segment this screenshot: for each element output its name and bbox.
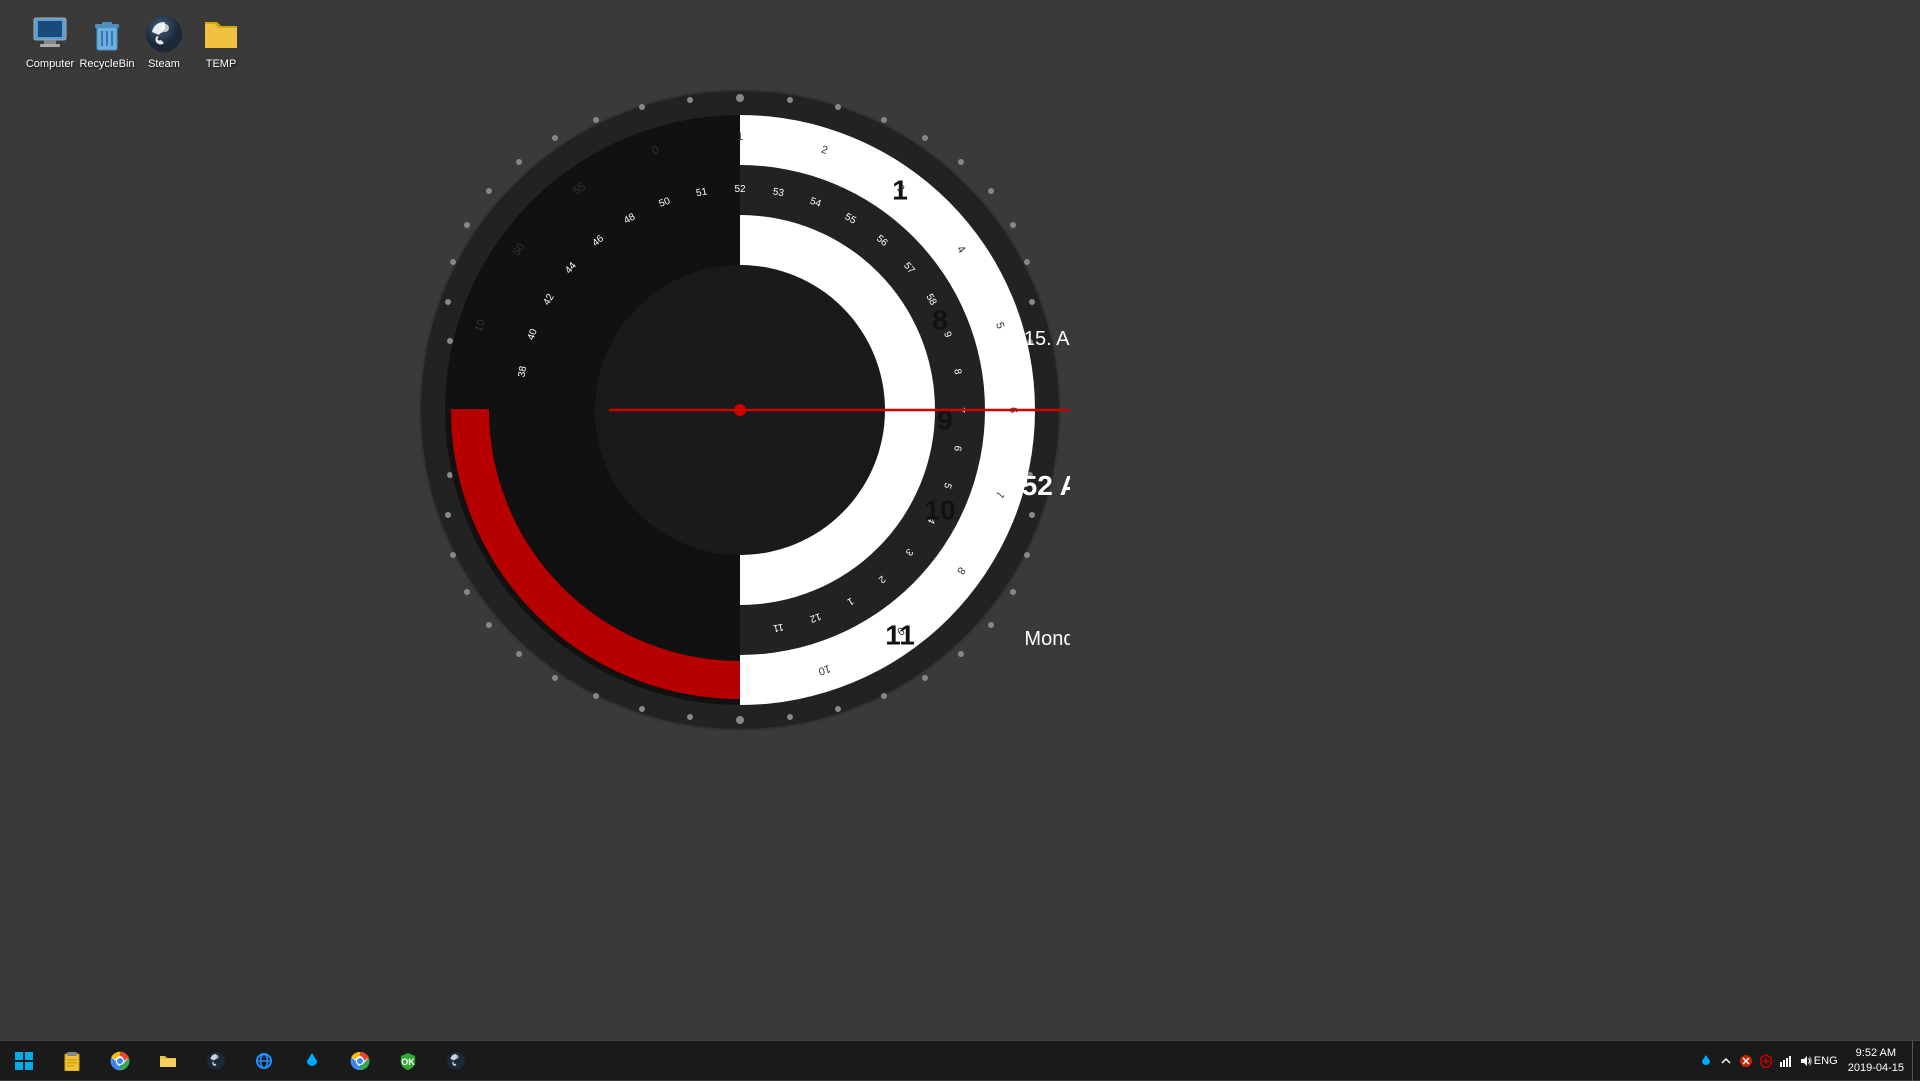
taskbar-right: ENG 9:52 AM 2019-04-15	[1692, 1041, 1920, 1081]
steam2-taskbar-icon	[446, 1051, 466, 1071]
system-tray: ENG	[1692, 1041, 1840, 1081]
show-desktop-button[interactable]	[1912, 1041, 1920, 1081]
start-button[interactable]	[0, 1041, 48, 1081]
svg-text:8: 8	[932, 305, 948, 336]
taskbar-pinned-icons: OK	[48, 1041, 480, 1081]
svg-text:OK: OK	[401, 1057, 415, 1067]
clock-svg: 10 50 55 0 1 2 3 4 5 6 7 8 9 10 38 40 42…	[410, 80, 1070, 740]
tray-language-indicator[interactable]: ENG	[1816, 1041, 1836, 1081]
taskbar-icon-steam[interactable]	[192, 1041, 240, 1081]
tray-droplet-icon	[1699, 1054, 1713, 1068]
temp-folder-icon	[201, 14, 241, 54]
defender-icon	[1759, 1054, 1773, 1068]
svg-text:11: 11	[885, 620, 915, 651]
svg-text:10: 10	[924, 495, 955, 526]
taskbar-icon-ie[interactable]	[240, 1041, 288, 1081]
svg-text:1: 1	[892, 175, 908, 206]
recyclebin-icon	[87, 14, 127, 54]
day-text: Monday	[1024, 628, 1070, 650]
speaker-icon	[1799, 1054, 1813, 1068]
taskbar-icon-clipboard[interactable]	[48, 1041, 96, 1081]
folder-icon	[158, 1051, 178, 1071]
tray-antivirus-icon[interactable]	[1736, 1041, 1756, 1081]
clipboard-icon	[62, 1051, 82, 1071]
antivirus-icon	[1739, 1054, 1753, 1068]
steam-taskbar-icon	[206, 1051, 226, 1071]
windows-logo-icon	[15, 1052, 33, 1070]
taskbar-clock[interactable]: 9:52 AM 2019-04-15	[1840, 1041, 1912, 1081]
shield-icon: OK	[398, 1051, 418, 1071]
tray-sound-icon[interactable]	[1796, 1041, 1816, 1081]
svg-text:1: 1	[737, 131, 743, 143]
network-icon	[1779, 1054, 1793, 1068]
time-text: 9:52 AM	[997, 470, 1070, 501]
taskbar-icon-chrome2[interactable]	[336, 1041, 384, 1081]
steam-desktop-icon	[144, 14, 184, 54]
ie-icon	[254, 1051, 274, 1071]
taskbar-icon-filemanager[interactable]	[144, 1041, 192, 1081]
temp-label: TEMP	[206, 58, 237, 70]
taskbar-icon-steam2[interactable]	[432, 1041, 480, 1081]
desktop: Computer RecycleBin	[0, 0, 1920, 1040]
taskbar-time: 9:52 AM	[1856, 1046, 1896, 1060]
water-icon	[302, 1051, 322, 1071]
chevron-up-icon	[1719, 1054, 1733, 1068]
computer-icon	[30, 14, 70, 54]
taskbar-icon-security[interactable]: OK	[384, 1041, 432, 1081]
taskbar-date: 2019-04-15	[1848, 1061, 1904, 1075]
taskbar: OK	[0, 1040, 1920, 1080]
clock-widget: 10 50 55 0 1 2 3 4 5 6 7 8 9 10 38 40 42…	[410, 80, 1070, 740]
taskbar-icon-water[interactable]	[288, 1041, 336, 1081]
steam-label: Steam	[148, 58, 180, 70]
taskbar-icon-chrome[interactable]	[96, 1041, 144, 1081]
tray-water-icon[interactable]	[1696, 1041, 1716, 1081]
date-text: 15. April	[1024, 328, 1070, 350]
tray-defender-icon[interactable]	[1756, 1041, 1776, 1081]
chrome-icon	[110, 1051, 130, 1071]
svg-text:52: 52	[734, 184, 746, 195]
chrome2-icon	[350, 1051, 370, 1071]
desktop-icon-temp[interactable]: TEMP	[181, 10, 261, 74]
tray-arrow-icon[interactable]	[1716, 1041, 1736, 1081]
tray-network-icon[interactable]	[1776, 1041, 1796, 1081]
